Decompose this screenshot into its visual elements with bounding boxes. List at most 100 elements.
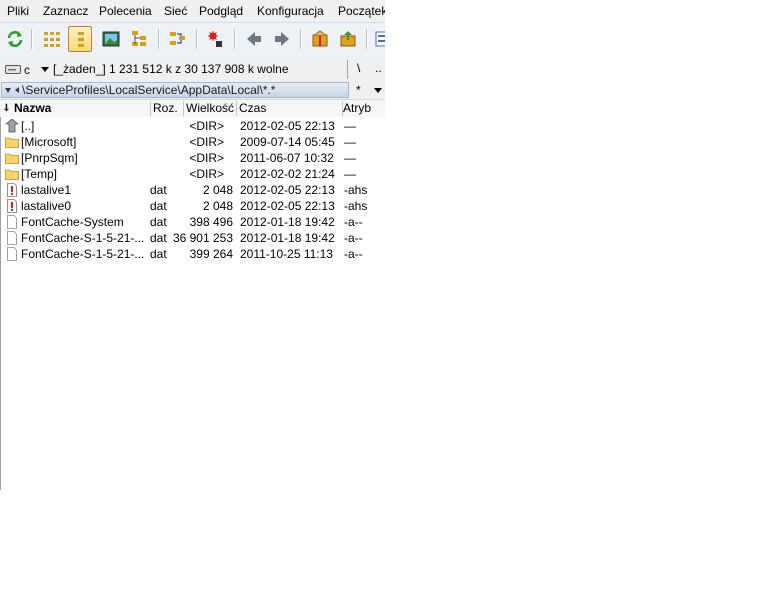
drive-bar: c [_żaden_] 1 231 512 k z 30 137 908 k w… [0,57,385,82]
file-size: 2 048 [202,183,233,197]
file-size: <DIR> [189,119,224,133]
file-size: <DIR> [189,151,224,165]
refresh-icon [7,31,23,47]
back-button[interactable] [242,26,266,52]
toolbar-separator [196,29,198,49]
sync-dirs-button[interactable] [203,26,227,52]
root-dir-button[interactable]: \ [357,61,360,75]
file-row[interactable]: [Temp] <DIR> 2012-02-02 21:24 — [1,166,385,182]
folder-icon [5,137,19,148]
file-row[interactable]: FontCache-S-1-5-21-... dat 399 264 2011-… [1,246,385,262]
parent-dir-button[interactable]: .. [375,61,382,75]
unpack-button[interactable] [336,26,360,52]
file-name: FontCache-S-1-5-21-... [21,247,145,261]
column-ext-label: Roz. [153,101,178,115]
toolbar-separator [300,29,302,49]
file-row[interactable]: [..] <DIR> 2012-02-05 22:13 — [1,118,385,134]
tree-view-button[interactable] [128,26,152,52]
file-size: <DIR> [189,135,224,149]
column-size[interactable]: Wielkość [184,101,237,116]
folder-icon [5,169,19,180]
file-attr: — [344,119,356,133]
history-dropdown-icon[interactable] [374,88,382,93]
menu-zaznacz[interactable]: Zaznacz [43,4,88,18]
file-list[interactable]: [..] <DIR> 2012-02-05 22:13 — [Microsoft… [0,117,385,490]
invert-selection-icon [170,32,185,45]
file-row[interactable]: lastalive1 dat 2 048 2012-02-05 22:13 -a… [1,182,385,198]
file-name: [..] [21,119,35,133]
file-row[interactable]: FontCache-S-1-5-21-... dat 36 901 253 20… [1,230,385,246]
column-attr-label: Atryb [343,101,372,115]
folder-icon [5,153,19,164]
drive-selector[interactable]: c [3,61,49,78]
settings-icon [375,31,385,47]
file-attr: -ahs [344,199,368,213]
file-date: 2012-01-18 19:42 [240,215,335,229]
menu-podglad[interactable]: Podgląd [199,4,243,18]
pack-button[interactable] [308,26,332,52]
column-name[interactable]: ⭣ Nazwa [0,101,151,116]
file-name: FontCache-S-1-5-21-... [21,231,145,245]
settings-button[interactable] [371,26,385,52]
brief-view-button[interactable] [40,26,64,52]
system-file-icon [7,183,17,197]
path-bar: \ServiceProfiles\LocalService\AppData\Lo… [0,82,385,98]
menu-bar: Pliki Zaznacz Polecenia Sieć Podgląd Kon… [0,0,385,22]
column-name-label: Nazwa [14,101,52,115]
back-icon [247,32,261,46]
toolbar-separator [366,29,368,49]
column-header: ⭣ Nazwa Roz. Wielkość Czas Atryb [0,99,385,118]
chevron-left-icon [15,87,19,93]
file-size: 399 264 [189,247,233,261]
system-file-icon [7,199,17,213]
file-size: 2 048 [202,199,233,213]
file-row[interactable]: FontCache-System dat 398 496 2012-01-18 … [1,214,385,230]
file-date: 2009-07-14 05:45 [240,135,335,149]
column-attr[interactable]: Atryb [343,101,385,116]
unpack-icon [340,31,356,47]
sync-dirs-icon [208,31,222,47]
forward-button[interactable] [270,26,294,52]
file-attr: -a-- [344,247,363,261]
brief-view-icon [44,32,60,47]
path-text: \ServiceProfiles\LocalService\AppData\Lo… [22,83,276,97]
file-name: [Temp] [21,167,58,181]
column-ext[interactable]: Roz. [151,101,184,116]
file-name: [Microsoft] [21,135,77,149]
file-name: lastalive1 [21,183,72,197]
file-row[interactable]: [Microsoft] <DIR> 2009-07-14 05:45 — [1,134,385,150]
file-attr: — [344,135,356,149]
menu-pliki[interactable]: Pliki [7,4,29,18]
toolbar-separator [158,29,160,49]
menu-siec[interactable]: Sieć [164,4,187,18]
chevron-down-icon [5,88,11,93]
file-size: 36 901 253 [172,231,233,245]
file-attr: -a-- [344,231,363,245]
file-icon [7,231,17,245]
detailed-view-button[interactable] [68,26,92,52]
file-row[interactable]: lastalive0 dat 2 048 2012-02-05 22:13 -a… [1,198,385,214]
menu-poczatek[interactable]: Początek [338,4,385,18]
hard-drive-icon [5,65,21,74]
tree-view-icon [132,31,146,46]
thumbnail-view-icon [102,31,120,47]
file-size: 398 496 [189,215,233,229]
menu-konfiguracja[interactable]: Konfiguracja [257,4,324,18]
drive-free-space: [_żaden_] 1 231 512 k z 30 137 908 k wol… [53,62,289,76]
toolbar-separator [234,29,236,49]
menu-polecenia[interactable]: Polecenia [99,4,152,18]
invert-selection-button[interactable] [166,26,190,52]
file-row[interactable]: [PnrpSqm] <DIR> 2011-06-07 10:32 — [1,150,385,166]
current-path[interactable]: \ServiceProfiles\LocalService\AppData\Lo… [1,82,349,98]
chevron-down-icon [41,67,49,72]
file-icon [7,247,17,261]
file-size: <DIR> [189,167,224,181]
column-date[interactable]: Czas [237,101,343,116]
file-attr: -a-- [344,215,363,229]
filter-button[interactable]: * [356,83,361,97]
thumbnail-view-button[interactable] [99,26,123,52]
refresh-button[interactable] [3,26,27,52]
file-date: 2012-02-05 22:13 [240,183,335,197]
file-date: 2012-02-05 22:13 [240,119,335,133]
file-date: 2012-02-05 22:13 [240,199,335,213]
